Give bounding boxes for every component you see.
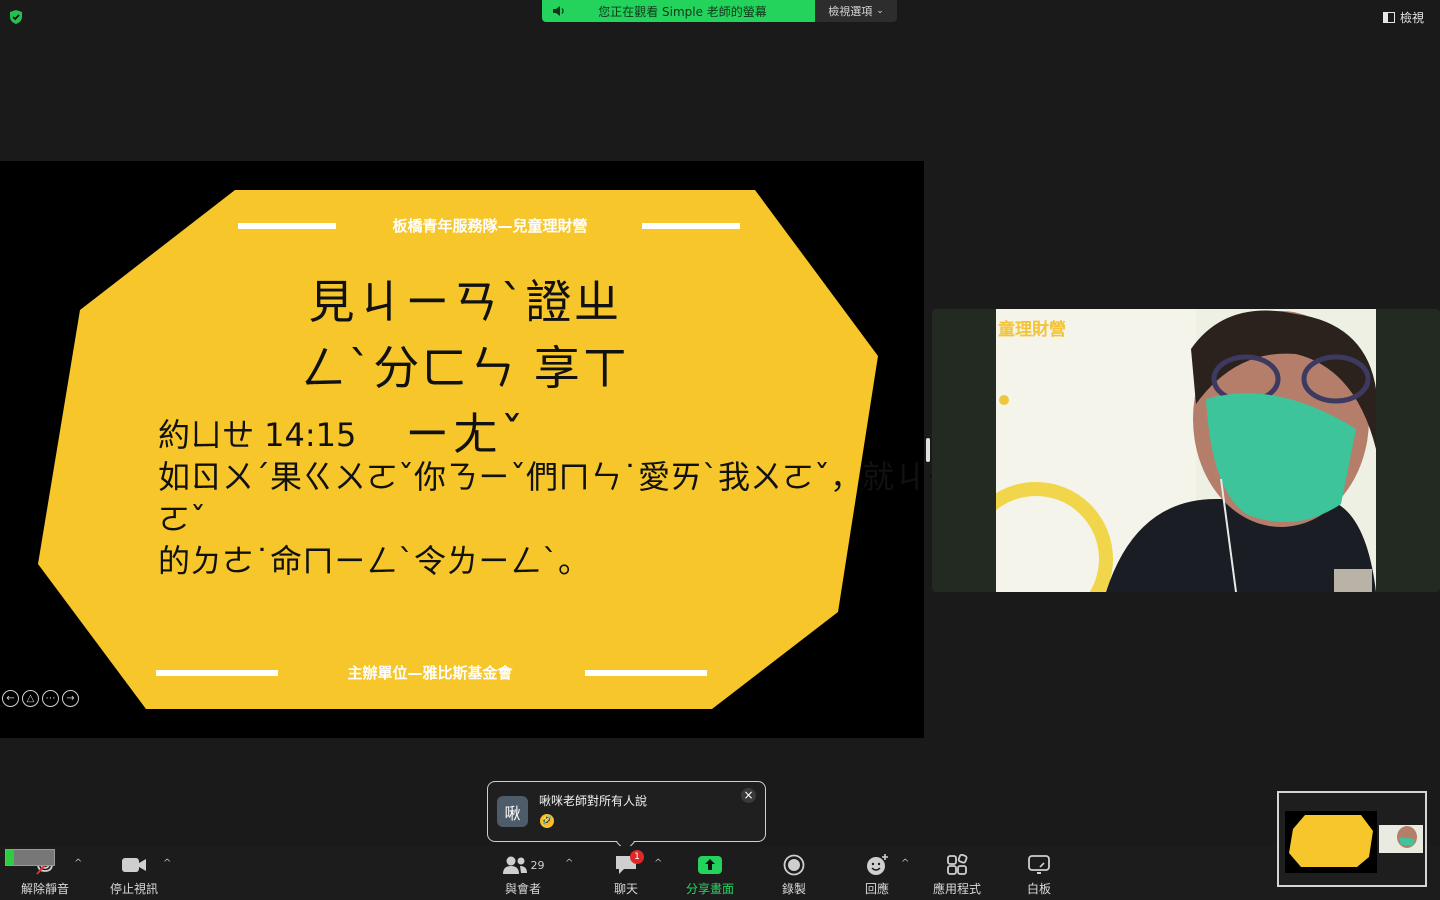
whiteboard-label: 白板: [1026, 882, 1051, 896]
pen-tool-icon[interactable]: △: [22, 690, 39, 707]
record-button[interactable]: 錄製: [754, 852, 834, 897]
participants-icon: [502, 856, 527, 874]
stop-video-button[interactable]: 停止視訊: [94, 852, 174, 897]
meeting-toolbar: 解除靜音 ^ 停止視訊 ^ 29 與會者 ^ 1 聊天 ^ 分享畫面 錄製 回應…: [0, 846, 1440, 900]
video-options-chevron-icon[interactable]: ^: [163, 858, 173, 869]
next-slide-icon[interactable]: →: [62, 690, 79, 707]
chat-notification[interactable]: 啾 啾咪老師對所有人說 🤣 ×: [487, 781, 766, 842]
slide-header: 板橋青年服務隊—兒童理財營: [392, 217, 588, 235]
audio-options-chevron-icon[interactable]: ^: [74, 858, 84, 869]
chat-label: 聊天: [613, 882, 638, 896]
reactions-label: 回應: [864, 882, 889, 896]
chat-message-emoji: 🤣: [540, 814, 554, 828]
chat-unread-badge: 1: [630, 850, 644, 864]
record-label: 錄製: [781, 882, 806, 896]
mini-camera: [1379, 825, 1423, 853]
view-icon: [1382, 12, 1395, 23]
slide-nav-controls: ← △ ⋯ →: [2, 690, 79, 707]
whiteboard-icon: [1028, 855, 1050, 874]
share-screen-label: 分享畫面: [685, 882, 734, 896]
view-button[interactable]: 檢視: [1382, 9, 1424, 26]
chat-options-chevron-icon[interactable]: ^: [654, 858, 664, 869]
participants-button[interactable]: 29 與會者: [483, 852, 563, 897]
mini-slide-shape: [1289, 815, 1373, 867]
share-screen-icon: [698, 856, 722, 874]
audio-level-meter: [5, 849, 55, 866]
mini-shared-screen: [1285, 811, 1377, 873]
reactions-options-chevron-icon[interactable]: ^: [901, 858, 911, 869]
whiteboard-button[interactable]: 白板: [999, 852, 1079, 897]
audio-level-fill: [6, 850, 14, 865]
previous-slide-icon[interactable]: ←: [2, 690, 19, 707]
slide-footer: 主辦單位—雅比斯基金會: [347, 664, 513, 682]
avatar: 啾: [497, 796, 528, 827]
participants-label: 與會者: [504, 882, 541, 896]
mini-camera-feed: [1379, 825, 1423, 853]
view-label: 檢視: [1399, 11, 1424, 25]
apps-icon: [947, 854, 968, 875]
more-options-icon[interactable]: ⋯: [42, 690, 59, 707]
apps-button[interactable]: 應用程式: [917, 852, 997, 897]
record-icon: [783, 854, 805, 876]
apps-label: 應用程式: [932, 882, 981, 896]
video-camera-icon: [122, 858, 146, 872]
share-screen-button[interactable]: 分享畫面: [670, 852, 750, 897]
self-view-preview[interactable]: [1277, 791, 1427, 887]
resize-handle[interactable]: [926, 438, 930, 462]
video-caption: 童理財營: [998, 320, 1066, 340]
chat-sender: 啾咪老師對所有人說: [539, 794, 648, 808]
close-icon[interactable]: ×: [741, 788, 756, 803]
participants-options-chevron-icon[interactable]: ^: [565, 858, 575, 869]
smiley-plus-icon: [867, 854, 888, 875]
participant-video: [996, 309, 1376, 592]
zoom-window: { "banner": { "text": "您正在觀看 Simple 老師的螢…: [0, 0, 1440, 900]
stop-video-label: 停止視訊: [109, 882, 158, 896]
participant-count: 29: [530, 858, 545, 872]
unmute-label: 解除靜音: [20, 882, 69, 896]
